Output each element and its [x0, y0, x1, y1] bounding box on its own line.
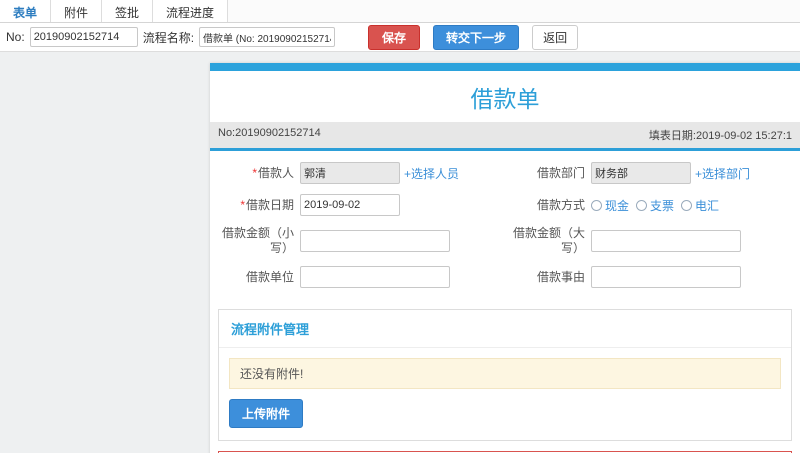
amount-small-field: 借款金额（小写） — [214, 221, 505, 261]
department-field: 借款部门 +选择部门 — [505, 157, 796, 189]
method-option-check[interactable]: 支票 — [636, 197, 674, 214]
form-row: 借款金额（小写） 借款金额（大写） — [214, 221, 796, 261]
loan-date-control — [300, 194, 400, 216]
amount-big-control — [591, 230, 741, 252]
loan-unit-field: 借款单位 — [214, 261, 505, 293]
loan-date-field: *借款日期 — [214, 189, 505, 221]
amount-small-input[interactable] — [300, 230, 450, 252]
borrower-label: 借款人 — [257, 165, 294, 180]
select-person-link[interactable]: +选择人员 — [404, 165, 459, 182]
loan-unit-label: 借款单位 — [245, 269, 294, 284]
method-option-wire[interactable]: 电汇 — [681, 197, 719, 214]
loan-date-label-cell: *借款日期 — [214, 198, 300, 213]
attachment-section: 流程附件管理 还没有附件! 上传附件 — [218, 309, 792, 441]
amount-small-control — [300, 230, 450, 252]
form-row: 借款单位 借款事由 — [214, 261, 796, 293]
loan-reason-field: 借款事由 — [505, 261, 796, 293]
loan-reason-label: 借款事由 — [536, 269, 585, 284]
radio-icon[interactable] — [681, 199, 693, 211]
amount-big-label: 借款金额（大写） — [512, 226, 585, 255]
loan-date-input[interactable] — [300, 194, 400, 216]
loan-method-field: 借款方式 现金 支票 电汇 — [505, 189, 796, 221]
panel-top-accent — [210, 63, 800, 71]
no-input[interactable] — [29, 27, 138, 47]
loan-form-panel: 借款单 No:20190902152714 填表日期:2019-09-02 15… — [210, 63, 800, 453]
select-department-link[interactable]: +选择部门 — [695, 165, 750, 182]
no-label: No: — [6, 30, 25, 44]
next-step-button[interactable]: 转交下一步 — [433, 24, 520, 50]
radio-icon[interactable] — [636, 199, 648, 211]
loan-reason-input[interactable] — [591, 266, 741, 288]
borrower-field: *借款人 +选择人员 — [214, 157, 505, 189]
attachment-title: 流程附件管理 — [219, 310, 791, 348]
upload-attachment-button[interactable]: 上传附件 — [229, 399, 304, 428]
loan-method-label: 借款方式 — [536, 197, 585, 212]
tab-attachment[interactable]: 附件 — [51, 0, 103, 22]
borrower-control: +选择人员 — [300, 162, 459, 184]
toolbar: No: 流程名称: 保存 转交下一步 返回 — [0, 23, 800, 52]
required-asterisk: * — [240, 197, 245, 212]
form-title: 借款单 — [470, 86, 540, 112]
radio-icon[interactable] — [591, 199, 602, 211]
loan-reason-control — [591, 266, 741, 288]
method-check-label[interactable]: 支票 — [650, 197, 674, 214]
form-fill-date: 填表日期:2019-09-02 15:27:1 — [648, 130, 792, 142]
tab-bar: 表单 附件 签批 流程进度 — [0, 0, 800, 23]
content-area: 借款单 No:20190902152714 填表日期:2019-09-02 15… — [0, 52, 800, 453]
loan-method-options: 现金 支票 电汇 — [591, 197, 726, 214]
amount-big-field: 借款金额（大写） — [505, 221, 796, 261]
tab-approval[interactable]: 签批 — [102, 0, 154, 22]
department-label: 借款部门 — [536, 165, 585, 180]
method-option-cash[interactable]: 现金 — [591, 197, 629, 214]
form-row: *借款人 +选择人员 借款部门 +选择部门 — [214, 157, 796, 189]
form-number: No:20190902152714 — [218, 127, 321, 139]
tab-process-progress[interactable]: 流程进度 — [153, 0, 229, 22]
borrower-input[interactable] — [300, 162, 400, 184]
info-bar: No:20190902152714 填表日期:2019-09-02 15:27:… — [210, 122, 800, 151]
method-wire-label[interactable]: 电汇 — [695, 197, 719, 214]
form-fields: *借款人 +选择人员 借款部门 +选择部门 *借款日期 — [210, 151, 800, 301]
loan-unit-control — [300, 266, 450, 288]
process-name-input[interactable] — [199, 27, 336, 47]
save-button[interactable]: 保存 — [368, 24, 421, 50]
loan-unit-input[interactable] — [300, 266, 450, 288]
amount-small-label: 借款金额（小写） — [221, 226, 294, 255]
process-name-label: 流程名称: — [142, 30, 195, 45]
no-attachment-notice: 还没有附件! — [229, 358, 781, 389]
required-asterisk: * — [252, 165, 257, 180]
department-input[interactable] — [591, 162, 691, 184]
back-button[interactable]: 返回 — [532, 24, 579, 50]
tab-form[interactable]: 表单 — [0, 0, 52, 22]
form-row: *借款日期 借款方式 现金 支票 电汇 — [214, 189, 796, 221]
loan-date-label: 借款日期 — [245, 197, 294, 212]
method-cash-label[interactable]: 现金 — [605, 197, 629, 214]
borrower-label-cell: *借款人 — [214, 166, 300, 181]
amount-big-input[interactable] — [591, 230, 741, 252]
department-control: +选择部门 — [591, 162, 750, 184]
